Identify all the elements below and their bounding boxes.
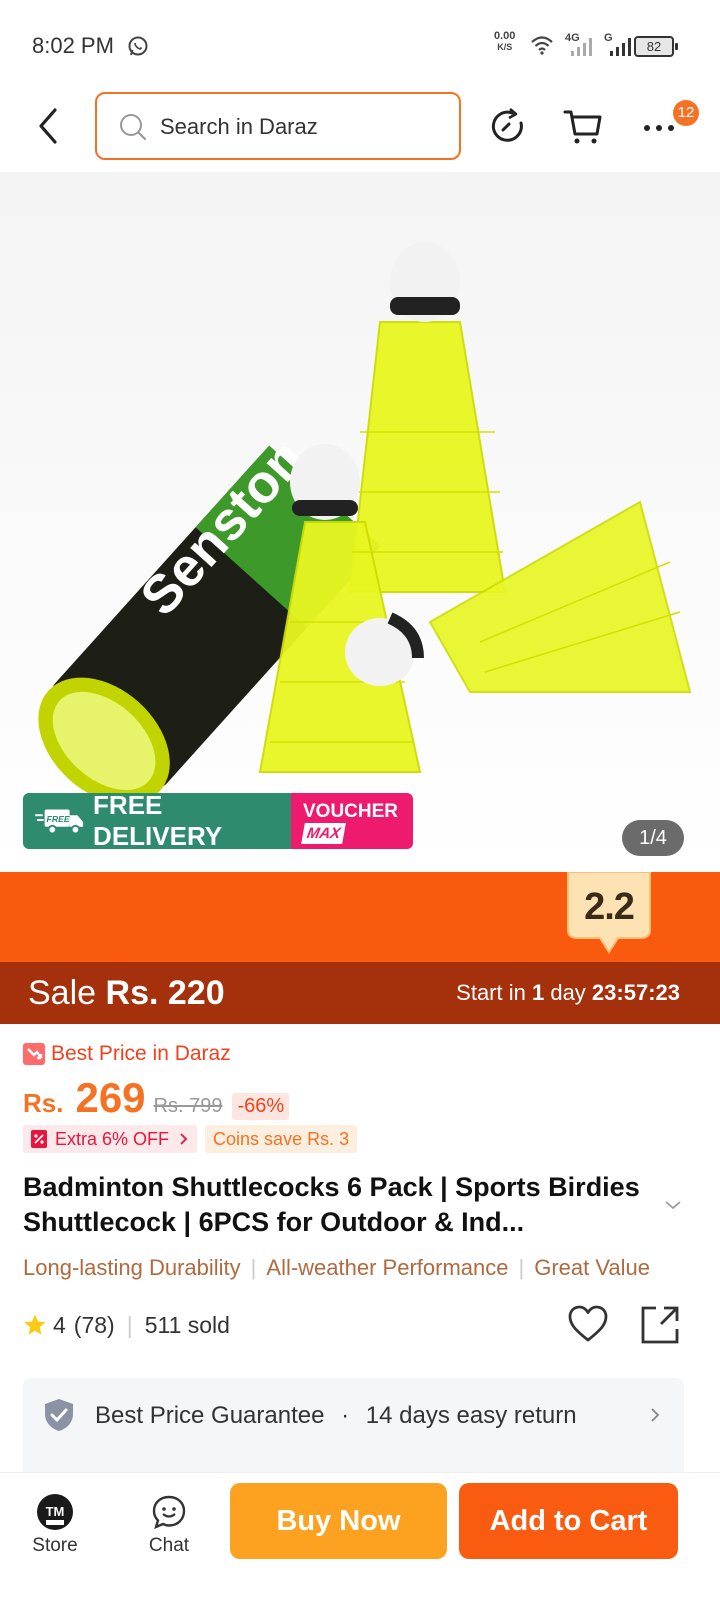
campaign-badge: 2.2	[566, 871, 652, 956]
price-row: Rs. 269 Rs. 799 -66%	[23, 1074, 290, 1121]
rating-row[interactable]: 4 (78) | 511 sold	[23, 1308, 230, 1342]
signal-bars-icon	[571, 38, 592, 56]
feature-tag: All-weather Performance	[266, 1255, 509, 1280]
share-icon[interactable]	[640, 1305, 680, 1345]
price-currency: Rs.	[23, 1088, 64, 1118]
search-placeholder: Search in Daraz	[160, 114, 318, 139]
best-price-text: Best Price in Daraz	[51, 1042, 231, 1065]
promo-banner: FREE FREE DELIVERY VOUCHER MAX	[23, 793, 413, 849]
countdown-timer: 23:57:23	[591, 980, 680, 1005]
search-bar[interactable]: Search in Daraz	[95, 92, 461, 160]
status-time: 8:02 PM	[32, 33, 114, 58]
current-price: 269	[75, 1074, 146, 1121]
review-count: (78)	[73, 1311, 115, 1338]
cell-signal-g: G	[604, 32, 634, 58]
network-speed: 0.00 K/S	[494, 31, 515, 53]
chevron-right-icon	[651, 1408, 660, 1422]
battery-indicator: 82	[634, 36, 678, 57]
sale-price-label: Sale Rs. 220	[28, 974, 225, 1013]
image-counter: 1/4	[622, 820, 684, 856]
product-image: Senston	[0, 172, 720, 872]
star-icon	[24, 1314, 46, 1335]
store-logo-icon: TM	[37, 1494, 73, 1530]
voucher-icon	[31, 1130, 47, 1148]
easy-return: 14 days easy return	[365, 1402, 577, 1429]
campaign-badge-text: 2.2	[584, 886, 635, 928]
feature-separator: |	[250, 1255, 257, 1280]
chevron-right-icon	[180, 1133, 188, 1145]
extra-off-chip[interactable]: Extra 6% OFF	[23, 1125, 198, 1153]
whatsapp-icon	[128, 36, 148, 56]
start-days-label: day	[544, 980, 592, 1005]
rating-divider: |	[126, 1311, 133, 1338]
best-price-guarantee: Best Price Guarantee	[95, 1402, 325, 1429]
refresh-history-icon[interactable]	[488, 106, 528, 146]
best-price-icon	[23, 1043, 45, 1065]
back-arrow-icon[interactable]	[30, 104, 66, 148]
free-delivery-label: FREE FREE DELIVERY	[23, 793, 291, 849]
free-tag-text: FREE	[47, 814, 70, 824]
product-title: Badminton Shuttlecocks 6 Pack | Sports B…	[23, 1172, 640, 1237]
search-icon	[120, 114, 147, 141]
chat-tab[interactable]: Chat	[124, 1493, 214, 1557]
store-label: Store	[32, 1535, 78, 1556]
svg-text:TM: TM	[46, 1504, 65, 1519]
guarantee-text: Best Price Guarantee · 14 days easy retu…	[95, 1402, 577, 1430]
guarantee-separator: ·	[341, 1402, 350, 1429]
status-bar: 8:02 PM 0.00 K/S 4G G 82	[0, 0, 720, 92]
free-delivery-text: FREE DELIVERY	[93, 793, 223, 849]
coins-save-chip[interactable]: Coins save Rs. 3	[205, 1125, 358, 1153]
chat-icon	[152, 1495, 186, 1530]
sale-price: Rs. 220	[105, 974, 225, 1012]
guarantee-panel[interactable]: Best Price Guarantee · 14 days easy retu…	[23, 1378, 684, 1478]
add-to-cart-button[interactable]: Add to Cart	[459, 1483, 678, 1559]
feature-tag: Great Value	[534, 1255, 650, 1280]
chat-label: Chat	[148, 1535, 190, 1556]
bottom-action-bar: TM Store Chat Buy Now Add to Cart	[0, 1472, 720, 1600]
sold-count: 511 sold	[144, 1311, 230, 1338]
sale-start-countdown: Start in 1 day 23:57:23	[456, 980, 680, 1006]
start-days: 1	[531, 980, 545, 1005]
top-navigation: Search in Daraz 12	[0, 92, 720, 162]
original-price: Rs. 799	[153, 1095, 223, 1117]
signal-bars-icon	[610, 38, 631, 56]
rating-value: 4	[53, 1311, 66, 1338]
extra-off-text: Extra 6% OFF	[55, 1128, 170, 1149]
store-tab[interactable]: TM Store	[10, 1493, 100, 1557]
expand-title-icon[interactable]	[664, 1198, 682, 1212]
network-speed-unit: K/S	[497, 42, 513, 52]
truck-icon: FREE	[35, 809, 84, 835]
buy-now-button[interactable]: Buy Now	[230, 1483, 447, 1559]
wifi-icon	[531, 36, 553, 55]
feature-tag: Long-lasting Durability	[23, 1255, 241, 1280]
shield-check-icon	[45, 1399, 73, 1431]
sale-countdown-bar: Sale Rs. 220 Start in 1 day 23:57:23	[0, 962, 720, 1024]
feature-tags: Long-lasting Durability | All-weather Perf…	[23, 1255, 720, 1281]
cell-signal-4g: 4G	[565, 32, 595, 58]
product-image-gallery[interactable]: Senston FREE FREE DELIVERY VOUCHER MAX 1…	[0, 172, 720, 872]
sale-label: Sale	[28, 974, 97, 1012]
best-price-tag: Best Price in Daraz	[23, 1042, 231, 1066]
start-prefix: Start in	[456, 980, 532, 1005]
voucher-max-label: VOUCHER MAX	[291, 793, 413, 849]
wishlist-heart-icon[interactable]	[567, 1304, 609, 1344]
cart-icon[interactable]	[563, 106, 603, 146]
feature-separator: |	[518, 1255, 525, 1280]
promo-chips: Extra 6% OFF Coins save Rs. 3	[23, 1125, 365, 1153]
voucher-max-text: MAX	[301, 823, 347, 844]
network-speed-value: 0.00	[494, 30, 516, 42]
notification-badge: 12	[673, 100, 699, 126]
discount-badge: -66%	[232, 1093, 290, 1120]
voucher-text: VOUCHER	[303, 801, 399, 822]
